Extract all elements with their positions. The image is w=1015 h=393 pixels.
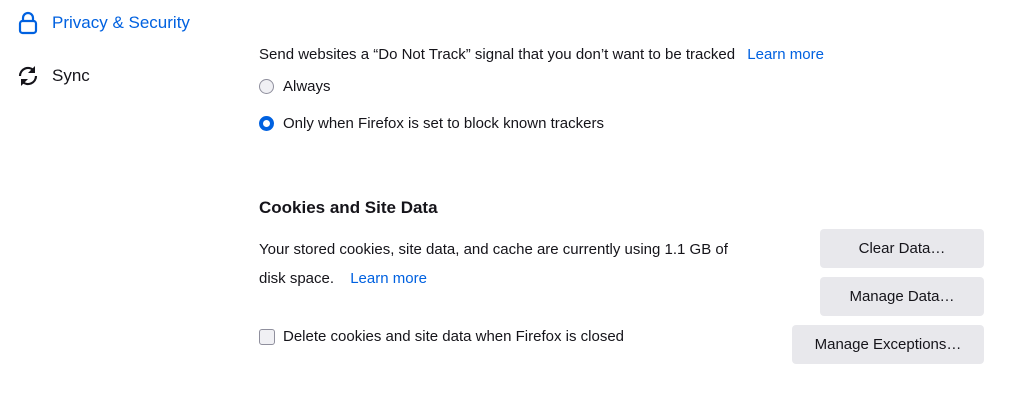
sidebar-item-sync[interactable]: Sync: [16, 62, 90, 90]
cookies-learn-more-link[interactable]: Learn more: [350, 270, 427, 287]
sidebar-item-privacy-security[interactable]: Privacy & Security: [16, 9, 190, 37]
radio-label: Only when Firefox is set to block known …: [283, 115, 604, 132]
cookies-heading: Cookies and Site Data: [259, 198, 438, 217]
dnt-option-block-trackers[interactable]: Only when Firefox is set to block known …: [259, 115, 604, 132]
cookies-usage-line2: disk space. Learn more: [259, 269, 427, 289]
radio-block-trackers[interactable]: [259, 116, 274, 131]
dnt-learn-more-link[interactable]: Learn more: [747, 46, 824, 63]
cookies-usage-line1: Your stored cookies, site data, and cach…: [259, 241, 728, 258]
delete-on-close-checkbox[interactable]: [259, 328, 275, 345]
dnt-option-always[interactable]: Always: [259, 78, 331, 95]
cookies-usage-text: disk space.: [259, 270, 335, 287]
sync-icon: [16, 64, 40, 88]
radio-always[interactable]: [259, 79, 274, 94]
dnt-description-text: Send websites a “Do Not Track” signal th…: [259, 46, 736, 63]
lock-icon: [16, 11, 40, 35]
delete-on-close-option[interactable]: Delete cookies and site data when Firefo…: [259, 328, 624, 345]
clear-data-button[interactable]: Clear Data…: [820, 229, 984, 268]
manage-data-button[interactable]: Manage Data…: [820, 277, 984, 316]
dnt-description: Send websites a “Do Not Track” signal th…: [259, 45, 824, 65]
sidebar-item-label: Privacy & Security: [52, 13, 190, 32]
sidebar-item-label: Sync: [52, 66, 90, 85]
manage-exceptions-button[interactable]: Manage Exceptions…: [792, 325, 984, 364]
radio-label: Always: [283, 78, 331, 95]
checkbox-label: Delete cookies and site data when Firefo…: [283, 328, 625, 345]
